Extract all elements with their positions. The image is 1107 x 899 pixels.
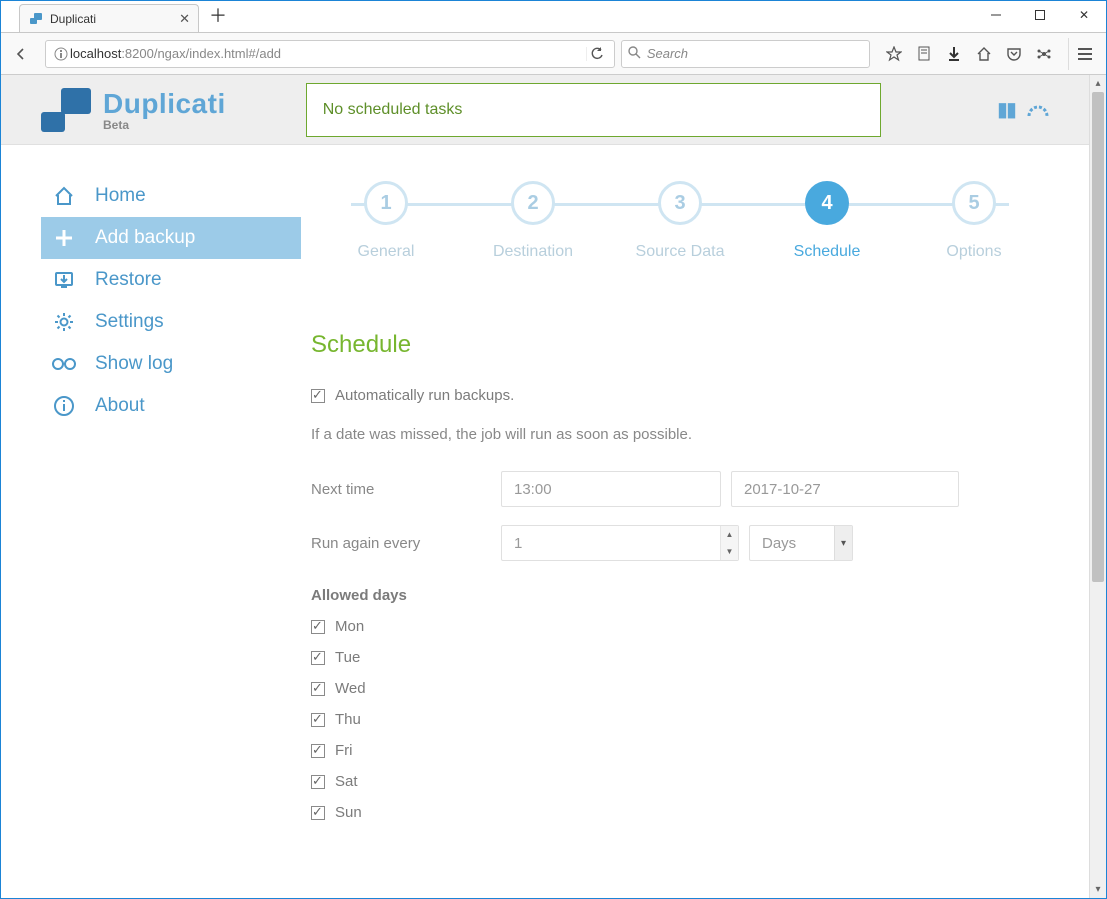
vertical-scrollbar[interactable]: ▴ ▾	[1089, 75, 1106, 898]
info-icon	[51, 395, 77, 417]
spinner-down-icon[interactable]: ▼	[721, 543, 738, 560]
sidebar-label: Add backup	[95, 227, 195, 249]
sidebar: Home Add backup Restore	[1, 175, 301, 835]
day-row-wed[interactable]: Wed	[311, 680, 1049, 697]
day-checkbox[interactable]	[311, 806, 325, 820]
search-icon	[628, 46, 641, 62]
throttle-icon[interactable]	[1027, 102, 1049, 118]
sidebar-label: Settings	[95, 311, 164, 333]
step-options[interactable]: 5 Options	[909, 181, 1039, 261]
auto-run-checkbox[interactable]	[311, 389, 325, 403]
browser-toolbar: localhost:8200/ngax/index.html#/add Sear…	[1, 33, 1106, 75]
day-row-mon[interactable]: Mon	[311, 618, 1049, 635]
log-icon	[51, 357, 77, 371]
viewport: Duplicati Beta No scheduled tasks ▮▮	[1, 75, 1106, 898]
tab-close-icon[interactable]: ✕	[179, 11, 190, 27]
day-row-tue[interactable]: Tue	[311, 649, 1049, 666]
gear-icon	[51, 311, 77, 333]
pocket-button[interactable]	[1000, 40, 1028, 68]
menu-button[interactable]	[1068, 38, 1100, 70]
spinner-up-icon[interactable]: ▲	[721, 526, 738, 543]
run-again-unit-value: Days	[762, 535, 796, 552]
day-checkbox[interactable]	[311, 651, 325, 665]
url-text: localhost:8200/ngax/index.html#/add	[70, 46, 586, 61]
wizard-steps: 1 General 2 Destination 3 Source Data 4 …	[311, 181, 1049, 261]
next-time-input[interactable]	[501, 471, 721, 507]
run-again-unit-select[interactable]: Days ▾	[749, 525, 853, 561]
number-spinner[interactable]: ▲ ▼	[720, 526, 738, 560]
sidebar-label: Show log	[95, 353, 173, 375]
main-panel: 1 General 2 Destination 3 Source Data 4 …	[301, 175, 1089, 835]
section-title: Schedule	[311, 331, 1049, 359]
sidebar-item-add-backup[interactable]: Add backup	[41, 217, 301, 259]
day-checkbox[interactable]	[311, 713, 325, 727]
window-minimize-button[interactable]	[974, 1, 1018, 29]
identity-icon[interactable]	[52, 47, 70, 61]
downloads-button[interactable]	[940, 40, 968, 68]
plus-icon	[51, 227, 77, 249]
restore-icon	[51, 269, 77, 291]
day-checkbox[interactable]	[311, 744, 325, 758]
day-checkbox[interactable]	[311, 620, 325, 634]
extension-button[interactable]	[1030, 40, 1058, 68]
app-header: Duplicati Beta No scheduled tasks ▮▮	[1, 75, 1089, 145]
next-time-row: Next time	[311, 471, 1049, 507]
home-button[interactable]	[970, 40, 998, 68]
day-row-sat[interactable]: Sat	[311, 773, 1049, 790]
tab-title: Duplicati	[50, 12, 96, 26]
reload-button[interactable]	[586, 47, 608, 61]
day-row-fri[interactable]: Fri	[311, 742, 1049, 759]
sidebar-item-home[interactable]: Home	[41, 175, 301, 217]
step-general[interactable]: 1 General	[321, 181, 451, 261]
window-maximize-button[interactable]	[1018, 1, 1062, 29]
pause-icon[interactable]: ▮▮	[997, 97, 1015, 122]
duplicati-favicon	[28, 11, 44, 27]
sidebar-item-show-log[interactable]: Show log	[41, 343, 301, 385]
run-again-value-input[interactable]	[501, 525, 739, 561]
bookmark-star-button[interactable]	[880, 40, 908, 68]
search-placeholder: Search	[647, 46, 688, 61]
status-message: No scheduled tasks	[323, 101, 463, 119]
home-icon	[51, 185, 77, 207]
search-bar[interactable]: Search	[621, 40, 870, 68]
window-titlebar: Duplicati ✕ ＋ ✕	[1, 1, 1106, 33]
sidebar-item-restore[interactable]: Restore	[41, 259, 301, 301]
scroll-up-icon[interactable]: ▴	[1090, 75, 1106, 92]
auto-run-label: Automatically run backups.	[335, 387, 514, 404]
step-destination[interactable]: 2 Destination	[468, 181, 598, 261]
sidebar-item-settings[interactable]: Settings	[41, 301, 301, 343]
day-row-sun[interactable]: Sun	[311, 804, 1049, 821]
library-button[interactable]	[910, 40, 938, 68]
next-date-input[interactable]	[731, 471, 959, 507]
next-time-label: Next time	[311, 481, 501, 498]
page: Duplicati Beta No scheduled tasks ▮▮	[1, 75, 1089, 898]
day-checkbox[interactable]	[311, 682, 325, 696]
status-box: No scheduled tasks	[306, 83, 881, 137]
sidebar-label: Home	[95, 185, 146, 207]
sidebar-item-about[interactable]: About	[41, 385, 301, 427]
duplicati-logo-icon	[41, 88, 91, 132]
app-name: Duplicati	[103, 88, 226, 120]
browser-tab[interactable]: Duplicati ✕	[19, 4, 199, 32]
day-row-thu[interactable]: Thu	[311, 711, 1049, 728]
auto-run-row[interactable]: Automatically run backups.	[311, 387, 1049, 404]
chevron-down-icon: ▾	[834, 526, 852, 560]
sidebar-label: Restore	[95, 269, 162, 291]
app-logo[interactable]: Duplicati Beta	[41, 88, 226, 132]
scroll-down-icon[interactable]: ▾	[1090, 881, 1106, 898]
new-tab-button[interactable]: ＋	[209, 2, 227, 28]
app-edition: Beta	[103, 118, 226, 132]
scroll-thumb[interactable]	[1092, 92, 1104, 582]
back-button[interactable]	[7, 40, 35, 68]
url-bar[interactable]: localhost:8200/ngax/index.html#/add	[45, 40, 615, 68]
allowed-days-label: Allowed days	[311, 587, 1049, 604]
sidebar-label: About	[95, 395, 145, 417]
day-checkbox[interactable]	[311, 775, 325, 789]
run-again-label: Run again every	[311, 535, 501, 552]
step-source-data[interactable]: 3 Source Data	[615, 181, 745, 261]
window-close-button[interactable]: ✕	[1062, 1, 1106, 29]
missed-date-note: If a date was missed, the job will run a…	[311, 426, 1049, 443]
step-schedule[interactable]: 4 Schedule	[762, 181, 892, 261]
run-again-row: Run again every ▲ ▼ Days	[311, 525, 1049, 561]
